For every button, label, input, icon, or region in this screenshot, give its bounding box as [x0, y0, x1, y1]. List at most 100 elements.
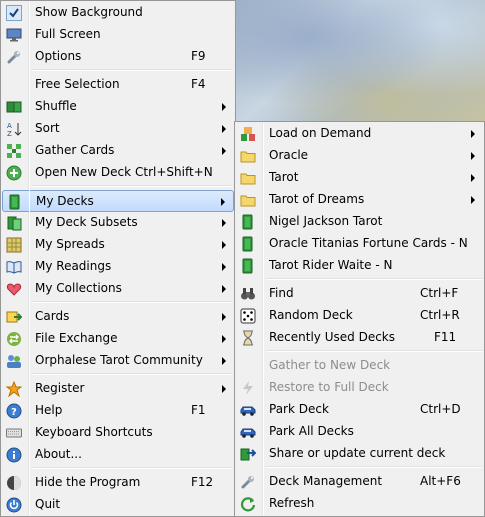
menu-item-sort[interactable]: A Z Sort	[2, 118, 234, 140]
menu-item-label: My Readings	[35, 259, 112, 273]
submenu-arrow-icon	[222, 385, 226, 393]
share-icon	[240, 446, 257, 462]
submenu-arrow-icon	[222, 313, 226, 321]
exchange-icon	[6, 331, 22, 347]
menu-item-label: Random Deck	[269, 308, 353, 322]
main-context-menu: Show Background Full Screen Options F9 Free …	[0, 0, 236, 517]
menu-separator	[266, 466, 482, 468]
deck-menu-item-refresh[interactable]: Refresh	[236, 493, 483, 515]
menu-item-label: Tarot	[269, 170, 299, 184]
menu-item-label: Nigel Jackson Tarot	[269, 214, 383, 228]
menu-item-label: Orphalese Tarot Community	[35, 353, 203, 367]
deck-menu-item-park-all-decks[interactable]: Park All Decks	[236, 421, 483, 443]
menu-item-label: Refresh	[269, 496, 315, 510]
svg-text:A: A	[7, 122, 12, 130]
menu-item-label: Shuffle	[35, 99, 77, 113]
deck-menu-item-recently-used-decks[interactable]: Recently Used Decks F11	[236, 327, 483, 349]
deck-menu-item-share-or-update-current-deck[interactable]: Share or update current deck	[236, 443, 483, 465]
menu-item-my-decks[interactable]: My Decks	[2, 190, 234, 212]
menu-item-register[interactable]: Register	[2, 378, 234, 400]
menu-item-label: Show Background	[35, 5, 143, 19]
menu-item-hide-the-program[interactable]: Hide the Program F12	[2, 472, 234, 494]
menu-separator	[32, 185, 233, 187]
menu-item-label: Find	[269, 286, 294, 300]
menu-item-label: Deck Management	[269, 474, 383, 488]
menu-item-my-deck-subsets[interactable]: My Deck Subsets	[2, 212, 234, 234]
menu-separator	[32, 373, 233, 375]
deck-menu-item-nigel-jackson-tarot[interactable]: Nigel Jackson Tarot	[236, 211, 483, 233]
menu-separator	[266, 278, 482, 280]
menu-item-about[interactable]: About...	[2, 444, 234, 466]
menu-item-gather-cards[interactable]: Gather Cards	[2, 140, 234, 162]
deck-menu-item-deck-management[interactable]: Deck Management Alt+F6	[236, 471, 483, 493]
menu-item-my-spreads[interactable]: My Spreads	[2, 234, 234, 256]
menu-item-free-selection[interactable]: Free Selection F4	[2, 74, 234, 96]
menu-item-keyboard-shortcuts[interactable]: Keyboard Shortcuts	[2, 422, 234, 444]
menu-item-label: Park All Decks	[269, 424, 354, 438]
menu-item-label: My Collections	[35, 281, 122, 295]
menu-item-label: My Deck Subsets	[35, 215, 138, 229]
svg-text:Z: Z	[7, 130, 12, 137]
menu-item-show-background[interactable]: Show Background	[2, 2, 234, 24]
menu-item-label: Hide the Program	[35, 475, 141, 489]
menu-item-label: Tarot of Dreams	[269, 192, 365, 206]
submenu-arrow-icon	[222, 219, 226, 227]
menu-item-label: Full Screen	[35, 27, 101, 41]
deck-menu-item-tarot-rider-waite-n[interactable]: Tarot Rider Waite - N	[236, 255, 483, 277]
gather-icon	[6, 143, 22, 159]
submenu-arrow-icon	[471, 174, 475, 182]
menu-separator	[32, 69, 233, 71]
menu-item-quit[interactable]: Quit	[2, 494, 234, 516]
deck-menu-item-find[interactable]: Find Ctrl+F	[236, 283, 483, 305]
submenu-arrow-icon	[471, 130, 475, 138]
deck-menu-item-oracle[interactable]: Oracle	[236, 145, 483, 167]
menu-item-label: Sort	[35, 121, 60, 135]
wrench-icon	[240, 474, 256, 490]
deck-icon	[240, 214, 256, 230]
menu-item-label: Keyboard Shortcuts	[35, 425, 153, 439]
deck-menu-item-oracle-titanias-fortune-cards-n[interactable]: Oracle Titanias Fortune Cards - N	[236, 233, 483, 255]
check-icon	[6, 5, 22, 21]
menu-item-label: Oracle	[269, 148, 309, 162]
hide-icon	[6, 475, 22, 491]
menu-item-orphalese-tarot-community[interactable]: Orphalese Tarot Community	[2, 350, 234, 372]
star-icon	[5, 380, 23, 398]
shortcut-text: F9	[191, 49, 206, 63]
menu-item-options[interactable]: Options F9	[2, 46, 234, 68]
shuffle-icon	[6, 99, 22, 115]
deck-menu-item-tarot[interactable]: Tarot	[236, 167, 483, 189]
wrench-icon	[6, 49, 22, 65]
svg-text:?: ?	[11, 407, 17, 418]
deck-icon	[240, 258, 256, 274]
dice-icon	[240, 308, 256, 324]
menu-item-label: Gather Cards	[35, 143, 115, 157]
subset-icon	[6, 215, 22, 231]
deck-menu-item-random-deck[interactable]: Random Deck Ctrl+R	[236, 305, 483, 327]
menu-item-my-readings[interactable]: My Readings	[2, 256, 234, 278]
keyboard-icon	[6, 425, 22, 441]
menu-item-label: Tarot Rider Waite - N	[269, 258, 393, 272]
my-decks-submenu: Load on Demand Oracle Tarot Tarot of Dreams…	[234, 121, 485, 517]
menu-item-shuffle[interactable]: Shuffle	[2, 96, 234, 118]
shortcut-text: F1	[191, 403, 206, 417]
menu-item-label: Free Selection	[35, 77, 120, 91]
cards-arrow-icon	[6, 309, 23, 325]
submenu-arrow-icon	[222, 103, 226, 111]
menu-separator	[266, 350, 482, 352]
deck-menu-item-park-deck[interactable]: Park Deck Ctrl+D	[236, 399, 483, 421]
binoculars-icon	[240, 286, 256, 302]
shortcut-text: Ctrl+F	[420, 286, 459, 300]
menu-item-cards[interactable]: Cards	[2, 306, 234, 328]
menu-item-help[interactable]: ? Help F1	[2, 400, 234, 422]
menu-item-open-new-deck[interactable]: Open New Deck Ctrl+Shift+N	[2, 162, 234, 184]
folder-icon	[240, 148, 256, 164]
menu-item-file-exchange[interactable]: File Exchange	[2, 328, 234, 350]
deck-menu-item-load-on-demand[interactable]: Load on Demand	[236, 123, 483, 145]
deck-menu-item-tarot-of-dreams[interactable]: Tarot of Dreams	[236, 189, 483, 211]
shortcut-text: Alt+F6	[420, 474, 461, 488]
submenu-arrow-icon	[222, 357, 226, 365]
menu-item-full-screen[interactable]: Full Screen	[2, 24, 234, 46]
menu-separator	[32, 467, 233, 469]
menu-item-my-collections[interactable]: My Collections	[2, 278, 234, 300]
hourglass-icon	[240, 330, 256, 346]
